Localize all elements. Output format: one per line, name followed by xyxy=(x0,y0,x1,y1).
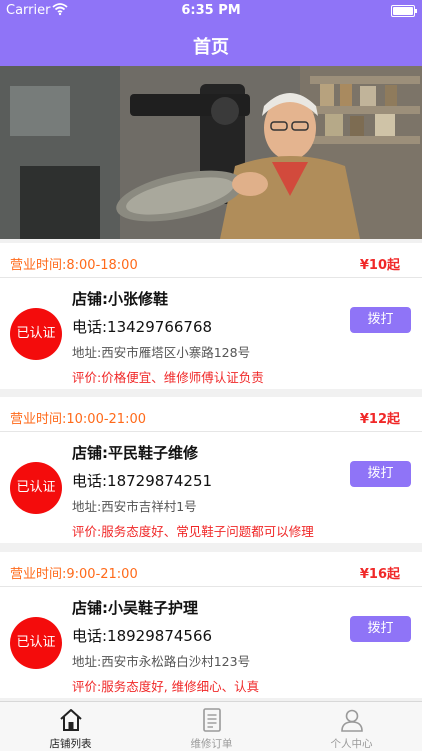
tab-shop-list[interactable]: 店铺列表 xyxy=(0,702,141,751)
verified-badge: 已认证 xyxy=(10,462,62,514)
business-hours: 营业时间:8:00-18:00 xyxy=(10,258,138,273)
business-hours: 营业时间:9:00-21:00 xyxy=(10,567,138,582)
starting-price: ¥12起 xyxy=(359,412,400,427)
card-divider xyxy=(0,277,422,278)
business-hours: 营业时间:10:00-21:00 xyxy=(10,412,146,427)
tab-personal-center[interactable]: 个人中心 xyxy=(281,702,422,751)
starting-price: ¥16起 xyxy=(359,567,400,582)
shop-address: 地址:西安市吉祥村1号 xyxy=(72,499,197,514)
home-icon xyxy=(58,707,84,733)
battery-icon xyxy=(391,5,417,17)
person-icon xyxy=(339,707,365,733)
shop-review: 评价:服务态度好, 维修细心、认真 xyxy=(72,679,260,694)
nav-bar: 首页 xyxy=(0,22,422,66)
card-divider xyxy=(0,586,422,587)
shop-card[interactable]: 营业时间:9:00-21:00 ¥16起 已认证 店铺:小吴鞋子护理 电话:18… xyxy=(0,552,422,698)
shop-name: 店铺:小张修鞋 xyxy=(72,290,168,308)
shop-review: 评价:价格便宜、维修师傅认证负责 xyxy=(72,370,264,385)
tab-repair-orders[interactable]: 维修订单 xyxy=(141,702,282,751)
shop-phone: 电话:18929874566 xyxy=(72,627,213,645)
call-button[interactable]: 拨打 xyxy=(350,461,411,487)
card-divider xyxy=(0,431,422,432)
status-bar: Carrier 6:35 PM xyxy=(0,0,422,22)
shop-phone: 电话:18729874251 xyxy=(72,472,213,490)
shop-review: 评价:服务态度好、常见鞋子问题都可以修理 xyxy=(72,524,314,539)
status-time: 6:35 PM xyxy=(181,3,241,18)
verified-badge: 已认证 xyxy=(10,308,62,360)
banner-image xyxy=(0,66,422,239)
shop-phone: 电话:13429766768 xyxy=(72,318,213,336)
page-title: 首页 xyxy=(193,37,229,58)
tab-label: 维修订单 xyxy=(190,738,233,750)
document-icon xyxy=(199,707,225,733)
shop-card[interactable]: 营业时间:8:00-18:00 ¥10起 已认证 店铺:小张修鞋 电话:1342… xyxy=(0,243,422,389)
shop-name: 店铺:平民鞋子维修 xyxy=(72,444,198,462)
shop-address: 地址:西安市永松路白沙村123号 xyxy=(72,654,251,669)
shop-card[interactable]: 营业时间:10:00-21:00 ¥12起 已认证 店铺:平民鞋子维修 电话:1… xyxy=(0,397,422,543)
verified-badge: 已认证 xyxy=(10,617,62,669)
call-button[interactable]: 拨打 xyxy=(350,307,411,333)
tab-bar: 店铺列表 维修订单 个人中心 xyxy=(0,701,422,751)
call-button[interactable]: 拨打 xyxy=(350,616,411,642)
shop-address: 地址:西安市雁塔区小寨路128号 xyxy=(72,345,251,360)
shop-name: 店铺:小吴鞋子护理 xyxy=(72,599,198,617)
tab-label: 个人中心 xyxy=(330,738,373,750)
starting-price: ¥10起 xyxy=(359,258,400,273)
tab-label: 店铺列表 xyxy=(49,738,92,750)
